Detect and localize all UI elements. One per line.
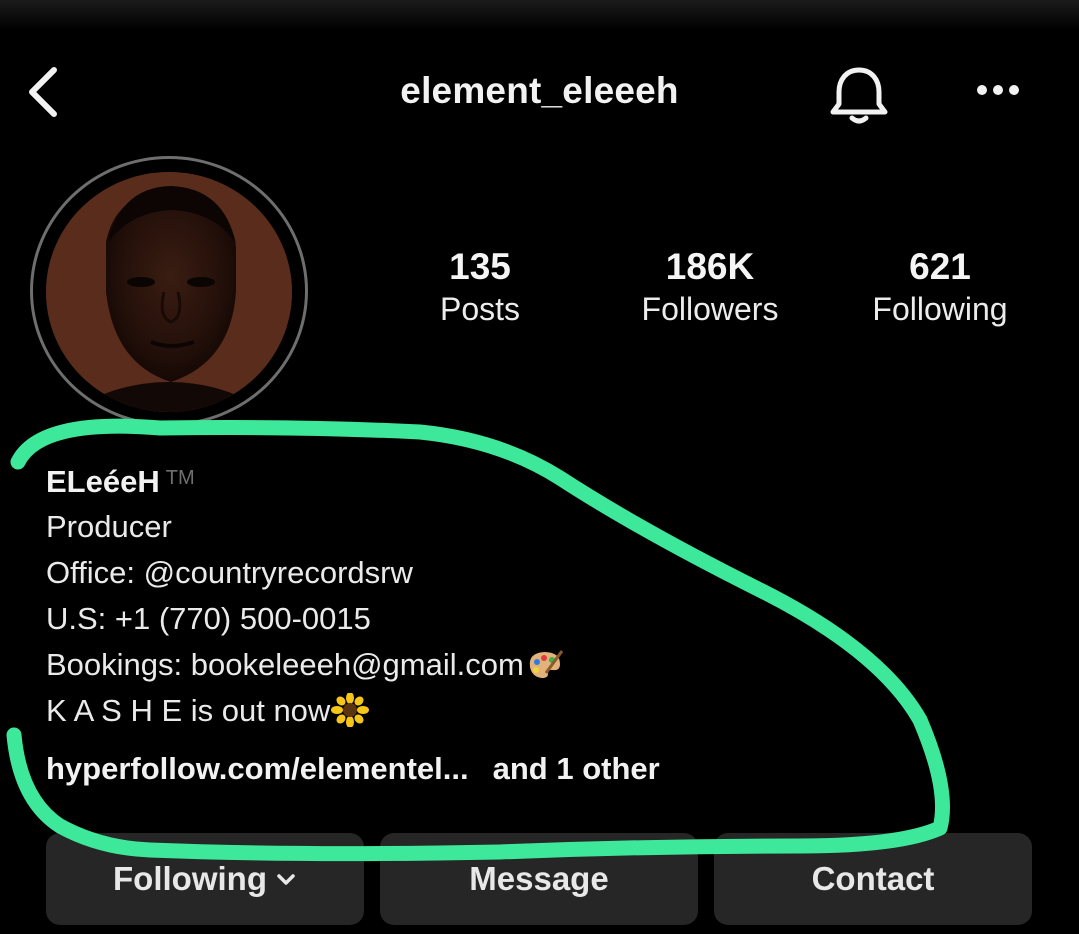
bell-icon	[830, 67, 888, 124]
avatar-portrait	[46, 172, 292, 412]
followers-label: Followers	[641, 291, 779, 327]
following-label: Following	[872, 291, 1008, 327]
artist-palette-icon	[529, 650, 564, 678]
profile-stats: 135 Posts 186K Followers 621 Following	[380, 245, 1060, 345]
bookings-text: Bookings: bookeleeeh@gmail.com	[46, 647, 524, 682]
status-bar-strip	[0, 0, 1079, 30]
contact-button[interactable]: Contact	[714, 833, 1032, 925]
posts-count: 135	[449, 246, 511, 287]
contact-button-label: Contact	[811, 860, 935, 897]
more-options-button[interactable]	[968, 70, 1028, 110]
posts-label: Posts	[439, 291, 521, 327]
bio-line-release: K A S H E is out now	[46, 688, 946, 734]
followers-stat[interactable]: 186K Followers	[610, 245, 810, 329]
bio-line-phone: U.S: +1 (770) 500-0015	[46, 601, 371, 636]
trademark-mark: TM	[165, 467, 195, 489]
following-button-label: Following	[113, 860, 267, 897]
following-count: 621	[909, 246, 971, 287]
bio-link-row: hyperfollow.com/elementel... and 1 other	[46, 746, 946, 792]
notifications-button[interactable]	[826, 62, 892, 128]
chevron-down-icon	[277, 874, 295, 885]
message-button-label: Message	[469, 860, 609, 897]
following-stat[interactable]: 621 Following	[840, 245, 1040, 329]
posts-stat[interactable]: 135 Posts	[380, 245, 580, 329]
profile-actions: Following Message Contact	[46, 833, 1036, 927]
release-text: K A S H E is out now	[46, 693, 331, 728]
profile-bio: ELeéeH TM Producer Office: @countryrecord…	[46, 456, 946, 792]
followers-count: 186K	[665, 246, 755, 287]
bio-line-role: Producer	[46, 509, 172, 544]
display-name-row: ELeéeH TM	[46, 456, 946, 504]
display-name: ELeéeH	[46, 464, 160, 499]
avatar[interactable]	[46, 172, 292, 412]
message-button[interactable]: Message	[380, 833, 698, 925]
bio-line-office: Office: @countryrecordsrw	[46, 555, 413, 590]
more-links-link[interactable]: and 1 other	[493, 751, 660, 786]
website-link[interactable]: hyperfollow.com/elementel...	[46, 751, 469, 786]
bio-line-bookings: Bookings: bookeleeeh@gmail.com	[46, 642, 946, 688]
sunflower-icon	[331, 693, 370, 727]
profile-header: element_eleeeh	[0, 40, 1079, 150]
more-horizontal-icon	[977, 85, 1019, 95]
following-button[interactable]: Following	[46, 833, 364, 925]
profile-username: element_eleeeh	[400, 70, 679, 111]
